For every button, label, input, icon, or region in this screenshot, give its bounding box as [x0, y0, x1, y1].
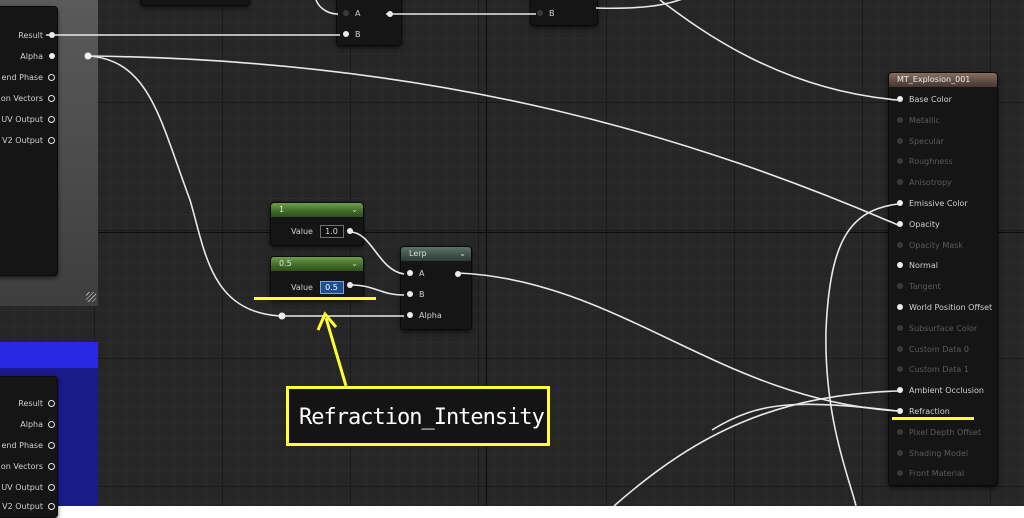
wire-alpha-to-opacity[interactable] — [87, 55, 899, 226]
wire-to-base-color[interactable] — [659, 0, 899, 101]
wire-refraction-left[interactable] — [711, 403, 899, 431]
annotation-text: Refraction_Intensity — [299, 405, 545, 430]
wire-one-to-a[interactable] — [349, 231, 405, 275]
wire-reroute-icon[interactable] — [84, 52, 92, 60]
annotation-callout: Refraction_Intensity — [286, 386, 550, 446]
wire-reroute-icon[interactable] — [278, 312, 286, 320]
wire-half-to-b[interactable] — [349, 284, 405, 296]
wire-top-chain[interactable] — [315, 0, 339, 15]
annotation-arrow-icon — [316, 311, 348, 387]
wire-alpha-to-lerp-alpha[interactable] — [87, 55, 404, 317]
wire-to-ambient-occlusion[interactable] — [613, 390, 899, 506]
wire-to-emissive[interactable] — [825, 203, 899, 506]
wire-top-right-out[interactable] — [595, 0, 690, 10]
